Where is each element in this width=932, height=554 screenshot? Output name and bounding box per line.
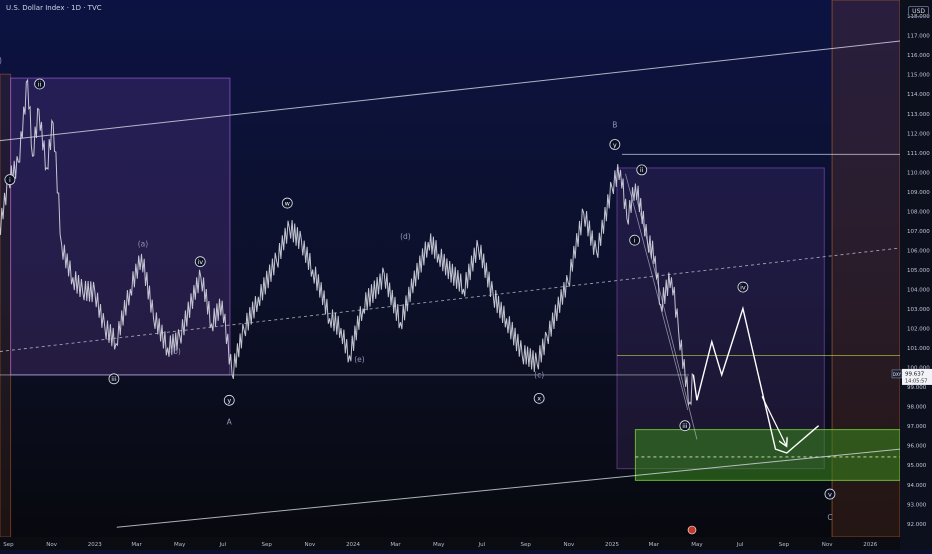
y-tick-label: 98.000	[907, 405, 927, 411]
x-tick-label: 2023	[88, 542, 102, 548]
x-tick-label: Jul	[219, 542, 227, 548]
chart-title: U.S. Dollar Index · 1D · TVC	[6, 4, 102, 12]
x-tick-label: Jul	[736, 542, 744, 548]
wave-label: iii	[111, 375, 117, 383]
x-tick-label: Nov	[564, 542, 575, 548]
y-tick-label: 97.000	[907, 424, 927, 430]
x-tick-label: May	[433, 542, 445, 548]
wave-label: y	[613, 141, 617, 149]
wave-label: (d)	[400, 232, 411, 241]
x-tick-label: Mar	[390, 542, 401, 548]
x-tick-label: Sep	[3, 542, 14, 548]
x-tick-label: Sep	[779, 542, 790, 548]
x-tick-label: 2025	[605, 542, 619, 548]
y-tick-label: 96.000	[907, 444, 927, 450]
price-tag-countdown: 14:05:57	[905, 378, 927, 384]
wave-label: (c)	[534, 370, 544, 379]
x-tick-label: Nov	[822, 542, 833, 548]
y-tick-label: 92.000	[907, 522, 927, 528]
x-tick-label: Sep	[262, 542, 273, 548]
wave-label: iii	[682, 422, 688, 430]
y-tick-label: 112.000	[907, 131, 930, 137]
y-tick-label: 110.000	[907, 170, 930, 176]
y-tick-label: 93.000	[907, 502, 927, 508]
y-tick-label: 108.000	[907, 209, 930, 215]
x-tick-label: 2026	[863, 542, 877, 548]
price-tag-value: 99.637	[905, 371, 925, 377]
chart-area[interactable]: (A)iiiiiiivyAw(a)(b)(d)(e)x(c)Byiiiiiiiv…	[0, 0, 932, 550]
wave-label: ii	[640, 166, 644, 174]
wave-label: A	[227, 417, 233, 426]
x-tick-label: Nov	[305, 542, 316, 548]
y-tick-label: 109.000	[907, 190, 930, 196]
x-tick-label: Sep	[521, 542, 532, 548]
x-tick-label: Jul	[478, 542, 486, 548]
symbol-tag-text: DXY	[893, 372, 902, 377]
wave-label: ii	[38, 80, 42, 88]
x-tick-label: Nov	[46, 542, 57, 548]
y-tick-label: 117.000	[907, 34, 930, 40]
x-tick-label: 2024	[346, 542, 360, 548]
x-tick-label: Mar	[649, 542, 660, 548]
y-tick-label: 104.000	[907, 288, 930, 294]
x-tick-label: Mar	[131, 542, 142, 548]
y-tick-label: 111.000	[907, 151, 930, 157]
x-tick-label: May	[174, 542, 186, 548]
y-tick-label: 106.000	[907, 248, 930, 254]
price-chart[interactable]: (A)iiiiiiivyAw(a)(b)(d)(e)x(c)Byiiiiiiiv…	[0, 0, 932, 550]
tradingview-logo-icon	[687, 525, 697, 535]
y-tick-label: 114.000	[907, 92, 930, 98]
y-tick-label: 95.000	[907, 463, 927, 469]
currency-badge[interactable]: USD	[908, 6, 929, 17]
zone-purple-right	[616, 167, 825, 470]
zone-orange-left	[0, 73, 12, 538]
wave-label: v	[828, 490, 832, 498]
y-tick-label: 105.000	[907, 268, 930, 274]
y-tick-label: 115.000	[907, 73, 930, 79]
y-tick-label: 94.000	[907, 483, 927, 489]
wave-label: i	[634, 236, 636, 244]
wave-label: C	[827, 513, 832, 522]
wave-label: iv	[197, 258, 203, 266]
y-tick-label: 116.000	[907, 53, 930, 59]
wave-label: (a)	[138, 240, 149, 249]
wave-label: (e)	[354, 355, 365, 364]
y-tick-label: 113.000	[907, 112, 930, 118]
y-tick-label: 101.000	[907, 346, 930, 352]
wave-label: x	[537, 395, 541, 403]
target-zone-green	[634, 429, 901, 481]
wave-label: y	[227, 397, 231, 405]
y-tick-label: 107.000	[907, 229, 930, 235]
y-tick-label: 99.000	[907, 385, 927, 391]
y-tick-label: 102.000	[907, 327, 930, 333]
wave-label: iv	[740, 283, 746, 291]
wave-label: (A)	[0, 56, 2, 65]
y-tick-label: 103.000	[907, 307, 930, 313]
wave-label: (b)	[170, 347, 181, 356]
wave-label: B	[612, 120, 617, 129]
wave-label: i	[9, 176, 11, 184]
x-tick-label: May	[691, 542, 703, 548]
wave-label: w	[285, 199, 291, 207]
